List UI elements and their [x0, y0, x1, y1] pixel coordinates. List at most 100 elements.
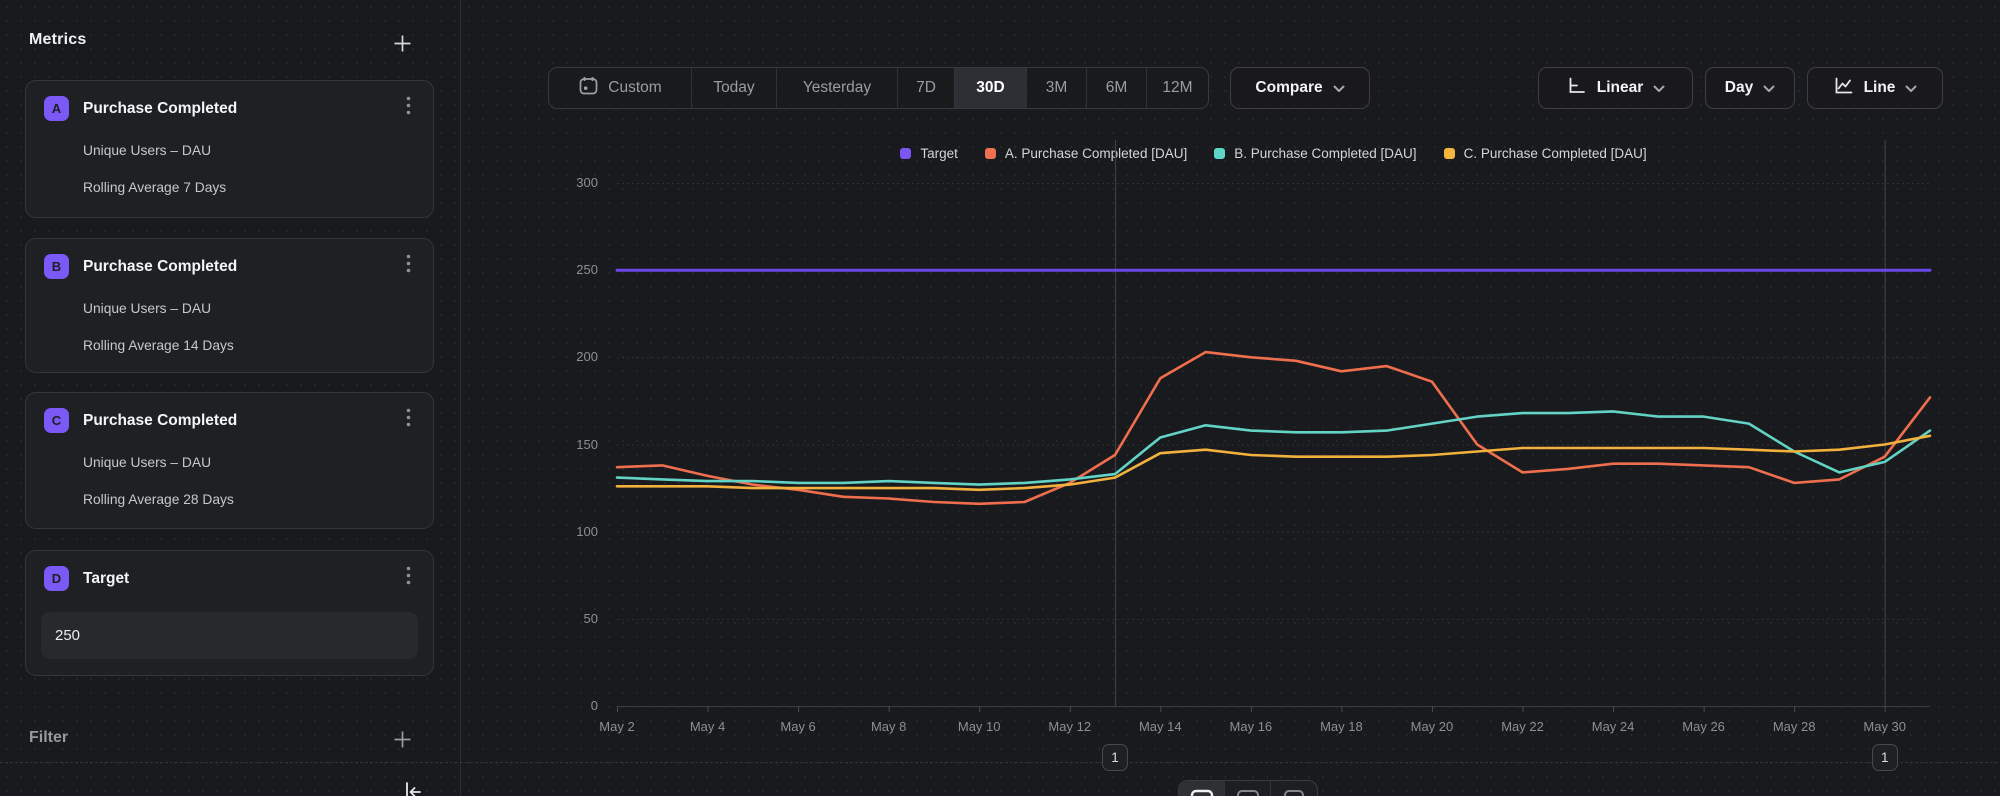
- range-7d[interactable]: 7D: [898, 68, 955, 108]
- legend-swatch: [985, 148, 996, 159]
- view-chart-button[interactable]: [1179, 781, 1225, 796]
- metric-menu-button[interactable]: [397, 407, 419, 433]
- compare-dropdown[interactable]: Compare: [1230, 67, 1370, 109]
- collapse-sidebar-button[interactable]: [401, 780, 425, 796]
- metric-title: Purchase Completed: [83, 100, 237, 118]
- legend-label: Target: [920, 146, 958, 161]
- x-axis-label: May 8: [844, 719, 934, 734]
- chart-table-view-icon: [1236, 789, 1260, 796]
- metric-menu-button[interactable]: [397, 565, 419, 591]
- legend-swatch: [1214, 148, 1225, 159]
- y-axis-label: 150: [546, 437, 598, 452]
- y-axis-label: 250: [546, 262, 598, 277]
- legend-label: A. Purchase Completed [DAU]: [1005, 146, 1187, 161]
- plus-icon: [393, 34, 412, 58]
- metric-badge: B: [44, 254, 69, 279]
- date-range-selector: Custom Today Yesterday 7D 30D 3M 6M 12M: [548, 67, 1209, 109]
- x-axis-label: May 6: [753, 719, 843, 734]
- legend-swatch: [900, 148, 911, 159]
- annotation-badge[interactable]: 1: [1102, 744, 1128, 771]
- metric-card-header: A Purchase Completed: [44, 96, 237, 121]
- range-label: 6M: [1106, 79, 1128, 97]
- range-today[interactable]: Today: [692, 68, 777, 108]
- legend-item-target[interactable]: Target: [900, 146, 958, 161]
- line-chart-icon: [1833, 75, 1854, 101]
- x-axis-label: May 26: [1659, 719, 1749, 734]
- kebab-icon: [406, 254, 411, 278]
- x-axis-label: May 28: [1749, 719, 1839, 734]
- chevron-down-icon: [1333, 85, 1345, 93]
- x-axis-label: May 22: [1478, 719, 1568, 734]
- metric-card-header: D Target: [44, 566, 129, 591]
- legend-item-c[interactable]: C. Purchase Completed [DAU]: [1444, 146, 1647, 161]
- metric-measure: Unique Users – DAU: [83, 143, 211, 158]
- x-axis-label: May 30: [1840, 719, 1930, 734]
- metric-card-a[interactable]: A Purchase Completed Unique Users – DAU …: [25, 80, 434, 218]
- metric-title: Purchase Completed: [83, 412, 237, 430]
- granularity-dropdown[interactable]: Day: [1705, 67, 1795, 109]
- chart-type-dropdown[interactable]: Line: [1807, 67, 1943, 109]
- legend-label: B. Purchase Completed [DAU]: [1234, 146, 1416, 161]
- analytics-app: Metrics A Purchase Completed Unique User…: [0, 0, 2000, 796]
- sidebar-divider: [460, 0, 461, 796]
- add-metric-button[interactable]: [391, 35, 413, 57]
- metric-card-c[interactable]: C Purchase Completed Unique Users – DAU …: [25, 392, 434, 529]
- metric-transform: Rolling Average 7 Days: [83, 180, 226, 195]
- range-6m[interactable]: 6M: [1087, 68, 1147, 108]
- collapse-left-icon: [401, 791, 425, 796]
- x-axis-label: May 10: [934, 719, 1024, 734]
- metric-badge: D: [44, 566, 69, 591]
- metric-menu-button[interactable]: [397, 95, 419, 121]
- metric-transform: Rolling Average 14 Days: [83, 338, 234, 353]
- scale-dropdown[interactable]: Linear: [1538, 67, 1693, 109]
- metric-card-b[interactable]: B Purchase Completed Unique Users – DAU …: [25, 238, 434, 373]
- x-axis-label: May 20: [1387, 719, 1477, 734]
- range-yesterday[interactable]: Yesterday: [777, 68, 898, 108]
- view-chart-table-button[interactable]: [1225, 781, 1271, 796]
- x-axis-label: May 14: [1115, 719, 1205, 734]
- x-axis-label: May 12: [1025, 719, 1115, 734]
- y-axis-label: 100: [546, 524, 598, 539]
- legend-item-a[interactable]: A. Purchase Completed [DAU]: [985, 146, 1187, 161]
- calendar-icon: [578, 75, 599, 101]
- y-axis-label: 300: [546, 175, 598, 190]
- kebab-icon: [406, 566, 411, 590]
- metric-badge: C: [44, 408, 69, 433]
- table-view-icon: [1282, 789, 1306, 796]
- metric-menu-button[interactable]: [397, 253, 419, 279]
- range-label: Today: [713, 79, 754, 97]
- metric-card-target[interactable]: D Target: [25, 550, 434, 676]
- view-table-button[interactable]: [1271, 781, 1317, 796]
- chevron-down-icon: [1763, 85, 1775, 93]
- axis-scale-icon: [1566, 75, 1587, 101]
- metric-measure: Unique Users – DAU: [83, 301, 211, 316]
- metric-title: Purchase Completed: [83, 258, 237, 276]
- range-label: Custom: [608, 79, 661, 97]
- chart-view-icon: [1190, 789, 1214, 796]
- range-label: Yesterday: [803, 79, 871, 97]
- add-filter-button[interactable]: [391, 731, 413, 753]
- metric-transform: Rolling Average 28 Days: [83, 492, 234, 507]
- x-axis-label: May 16: [1206, 719, 1296, 734]
- range-12m[interactable]: 12M: [1147, 68, 1208, 108]
- target-value-input[interactable]: [41, 612, 418, 659]
- legend-label: C. Purchase Completed [DAU]: [1464, 146, 1647, 161]
- metric-measure: Unique Users – DAU: [83, 455, 211, 470]
- chevron-down-icon: [1653, 85, 1665, 93]
- y-axis-label: 200: [546, 349, 598, 364]
- metrics-section-title: Metrics: [29, 31, 86, 49]
- legend-item-b[interactable]: B. Purchase Completed [DAU]: [1214, 146, 1416, 161]
- kebab-icon: [406, 408, 411, 432]
- x-axis-label: May 18: [1296, 719, 1386, 734]
- annotation-badge[interactable]: 1: [1872, 744, 1898, 771]
- range-custom[interactable]: Custom: [549, 68, 692, 108]
- legend-swatch: [1444, 148, 1455, 159]
- range-30d-selected[interactable]: 30D: [955, 68, 1027, 108]
- chevron-down-icon: [1905, 85, 1917, 93]
- metric-badge: A: [44, 96, 69, 121]
- range-3m[interactable]: 3M: [1027, 68, 1087, 108]
- x-axis-label: May 2: [572, 719, 662, 734]
- compare-label: Compare: [1255, 79, 1322, 97]
- range-label: 12M: [1162, 79, 1192, 97]
- y-axis-label: 0: [546, 698, 598, 713]
